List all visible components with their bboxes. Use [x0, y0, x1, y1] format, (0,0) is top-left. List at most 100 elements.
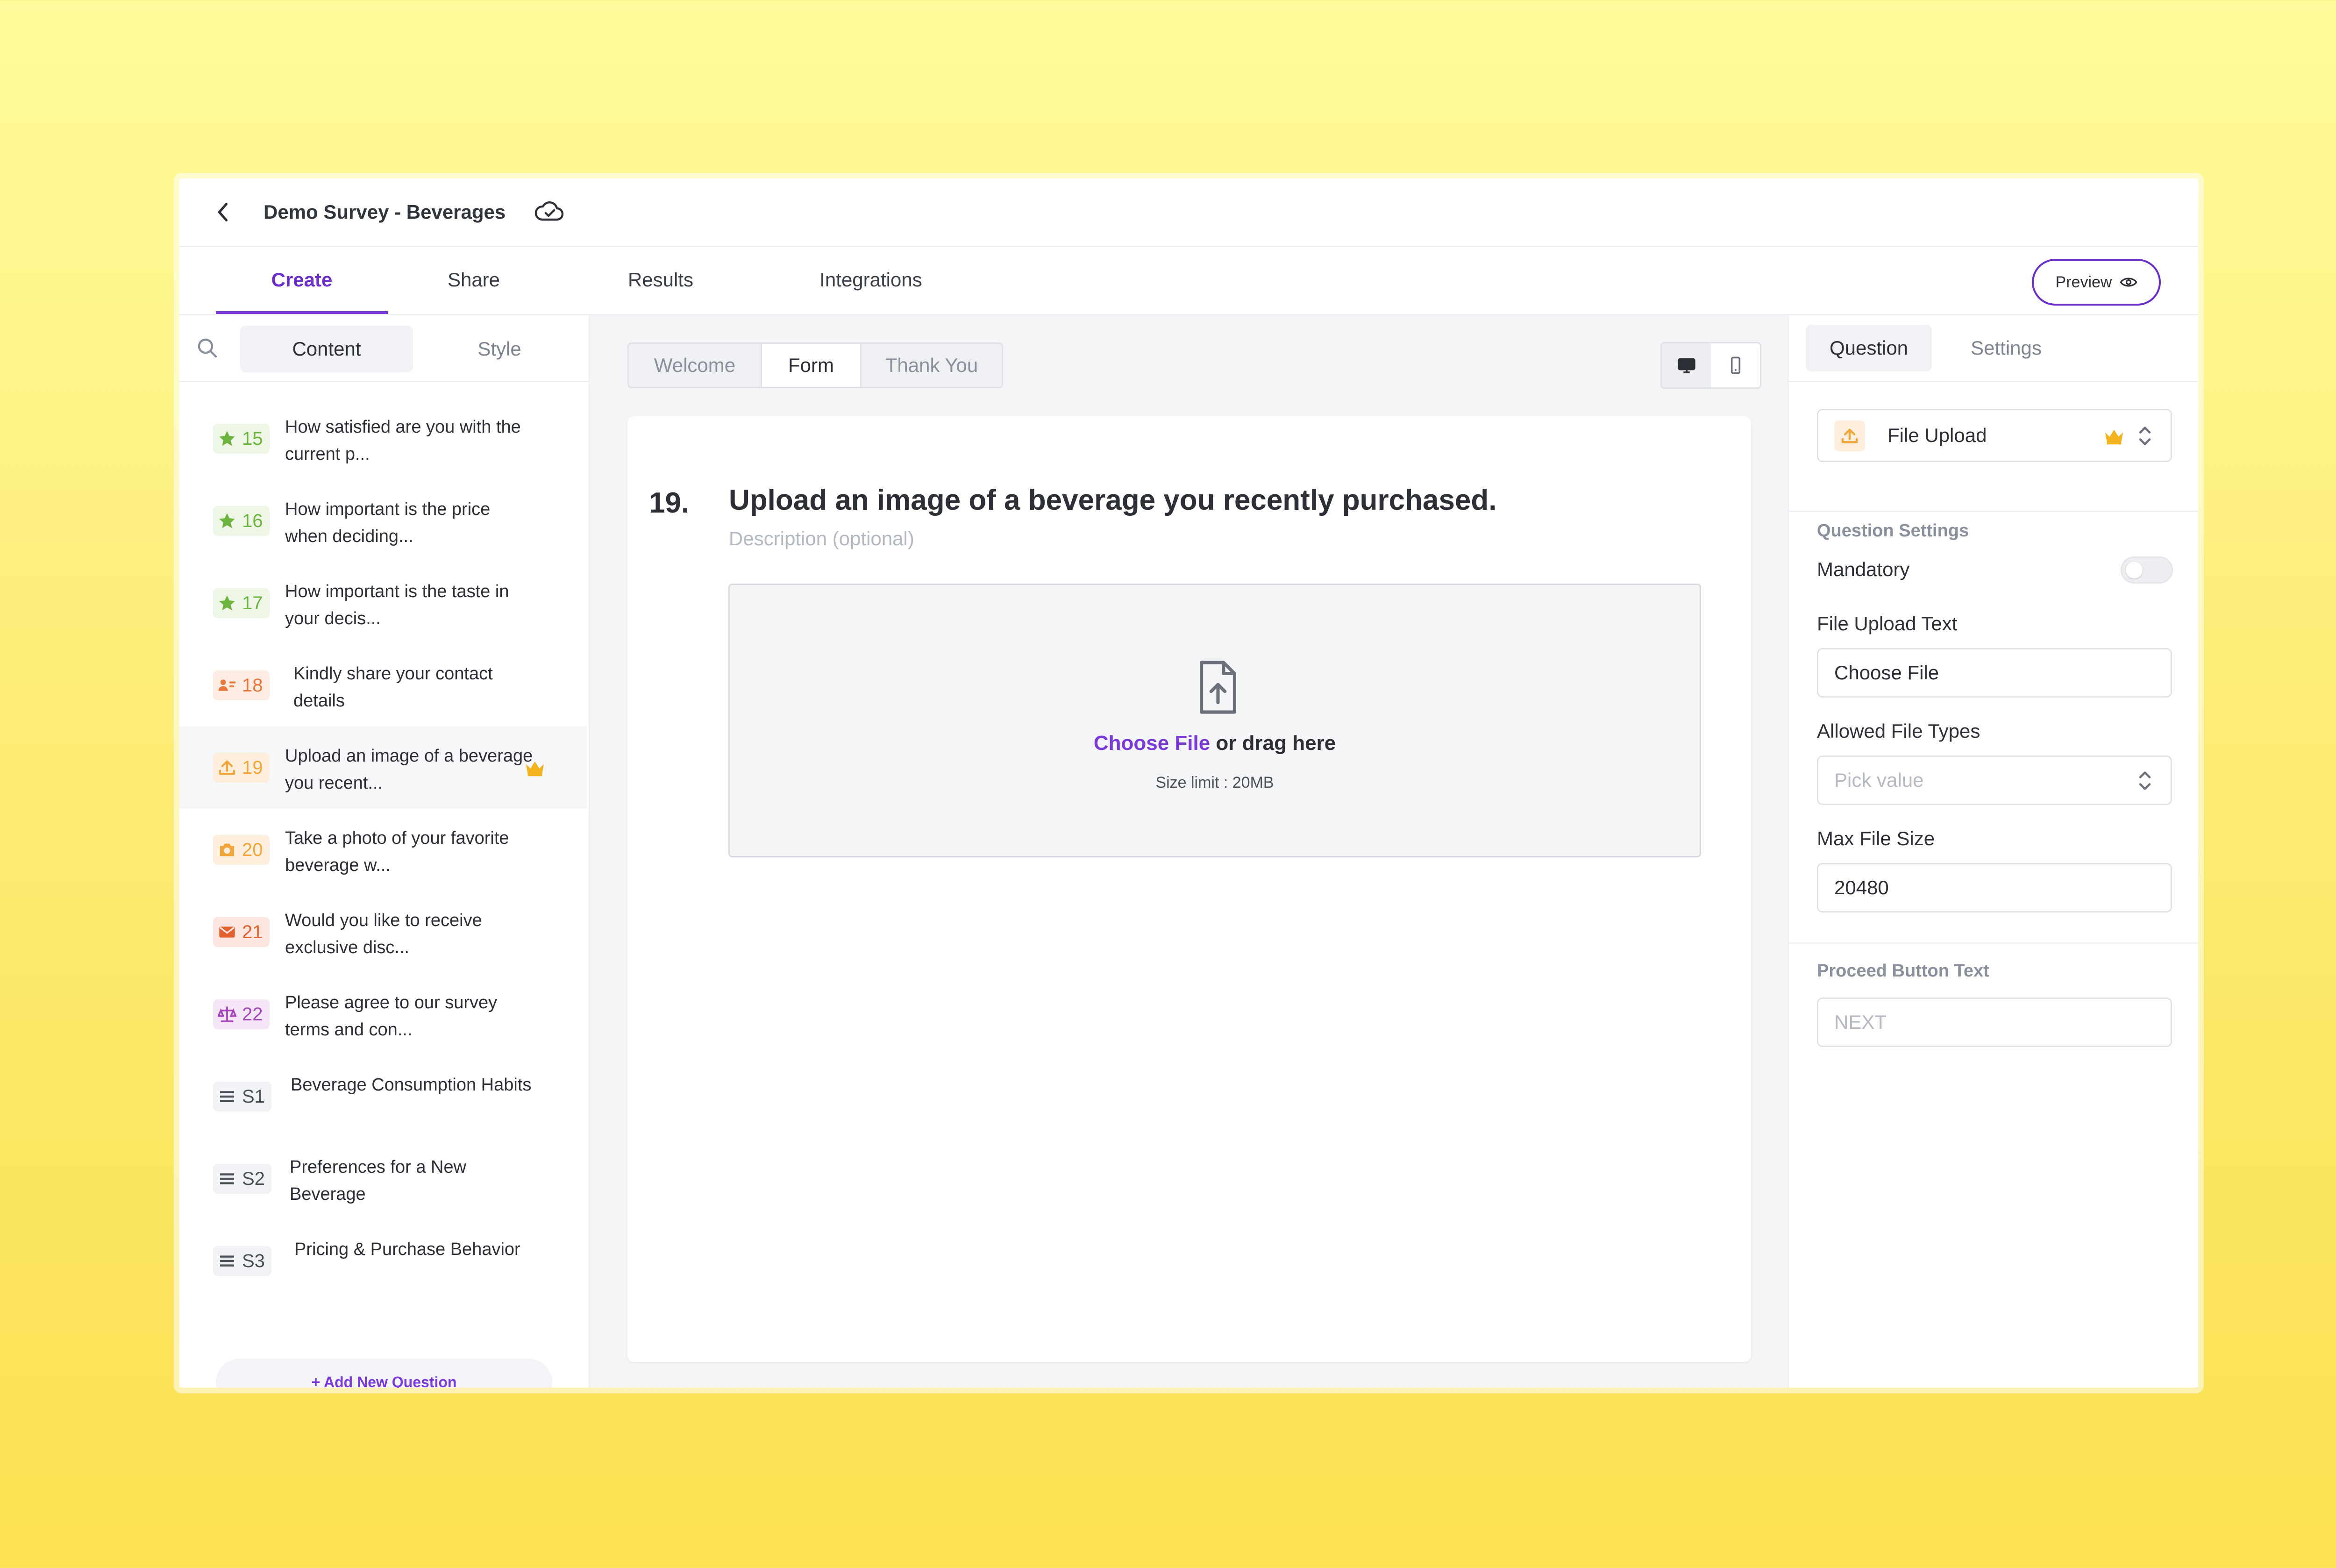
section-number-badge: S3: [213, 1246, 271, 1276]
chevron-updown-icon: [2139, 427, 2151, 445]
file-upload-text-input[interactable]: Choose File: [1817, 648, 2172, 698]
allowed-file-types-label: Allowed File Types: [1817, 720, 1980, 742]
question-text: How satisfied are you with the current p…: [285, 417, 521, 464]
section-number-badge: S1: [213, 1082, 271, 1112]
question-text: Would you like to receive exclusive disc…: [285, 911, 482, 957]
section-item-s1[interactable]: S1 Beverage Consumption Habits: [179, 1055, 587, 1138]
main-tabs: Create Share Results Integrations Previe…: [179, 246, 2198, 315]
tab-content[interactable]: Content: [240, 326, 413, 372]
file-drop-zone[interactable]: Choose File or drag here Size limit : 20…: [728, 584, 1701, 857]
mandatory-toggle[interactable]: [2121, 556, 2173, 584]
proceed-button-text-input[interactable]: NEXT: [1817, 998, 2172, 1047]
question-number: 21: [242, 921, 263, 942]
segment-form[interactable]: Form: [762, 344, 862, 387]
allowed-file-types-select[interactable]: Pick value: [1817, 755, 2172, 805]
camera-icon: [220, 843, 234, 856]
question-number: 20: [242, 839, 263, 860]
star-icon: [219, 513, 235, 528]
mandatory-label: Mandatory: [1817, 558, 1910, 580]
divider: [1789, 942, 2198, 944]
survey-title: Demo Survey - Beverages: [264, 201, 506, 223]
app-window: Demo Survey - Beverages Create Share Res…: [179, 178, 2198, 1388]
tab-settings[interactable]: Settings: [1943, 325, 2069, 371]
question-item-18[interactable]: 18 Kindly share your contact details: [179, 644, 587, 727]
question-item-15[interactable]: 15 How satisfied are you with the curren…: [179, 398, 587, 480]
tab-label: Integrations: [819, 269, 922, 291]
eye-icon: [2120, 278, 2137, 287]
question-number: 18: [242, 675, 263, 696]
question-number: 19.: [649, 487, 690, 519]
upload-instruction: Choose File or drag here: [730, 732, 1700, 755]
question-type-select[interactable]: File Upload: [1817, 409, 2172, 462]
section-number: S1: [242, 1086, 265, 1107]
question-item-19[interactable]: 19 Upload an image of a beverage you rec…: [179, 727, 587, 809]
add-new-question-button[interactable]: + Add New Question: [216, 1359, 552, 1388]
section-text: Pricing & Purchase Behavior: [294, 1240, 520, 1259]
max-file-size-input[interactable]: 20480: [1817, 863, 2172, 912]
size-limit-text: Size limit : 20MB: [1155, 774, 1274, 791]
section-item-s2[interactable]: S2 Preferences for a New Beverage: [179, 1138, 587, 1220]
question-description[interactable]: Description (optional): [729, 527, 914, 550]
title-bar: Demo Survey - Beverages: [179, 178, 2198, 247]
properties-header: Question Settings: [1789, 315, 2198, 382]
question-number: 22: [242, 1004, 263, 1025]
upload-icon: [219, 760, 235, 775]
crown-icon: [526, 761, 544, 777]
tab-create[interactable]: Create: [216, 246, 388, 314]
question-item-22[interactable]: 22 Please agree to our survey terms and …: [179, 973, 587, 1055]
chevron-updown-icon: [2139, 771, 2151, 790]
question-item-21[interactable]: 21 Would you like to receive exclusive d…: [179, 891, 587, 973]
tab-question[interactable]: Question: [1806, 325, 1932, 371]
section-number: S2: [242, 1168, 265, 1189]
page-segment-control: Welcome Form Thank You: [627, 342, 1003, 388]
toggle-knob: [2126, 562, 2143, 578]
question-text: Take a photo of your favorite beverage w…: [285, 828, 509, 875]
question-number-badge: 19: [213, 753, 270, 783]
segment-welcome[interactable]: Welcome: [629, 344, 762, 387]
section-item-s3[interactable]: S3 Pricing & Purchase Behavior: [179, 1220, 587, 1302]
choose-file-link[interactable]: Choose File: [1094, 732, 1210, 755]
proceed-button-text-heading: Proceed Button Text: [1817, 961, 1989, 981]
question-number-badge: 18: [213, 670, 270, 700]
preview-label: Preview: [2055, 273, 2112, 291]
question-number-badge: 17: [213, 588, 270, 618]
desktop-icon: [1677, 358, 1695, 373]
mail-icon: [219, 927, 235, 938]
question-item-17[interactable]: 17 How important is the taste in your de…: [179, 562, 587, 644]
search-icon[interactable]: [196, 337, 219, 359]
cloud-saved-icon: [534, 201, 564, 221]
question-item-20[interactable]: 20 Take a photo of your favorite beverag…: [179, 809, 587, 891]
device-toggle: [1660, 342, 1761, 389]
section-number-badge: S2: [213, 1164, 271, 1194]
tab-integrations[interactable]: Integrations: [782, 246, 960, 314]
drag-here-text: or drag here: [1210, 732, 1336, 755]
tab-style[interactable]: Style: [413, 326, 586, 372]
allowed-file-types-placeholder: Pick value: [1834, 769, 1924, 791]
tab-results[interactable]: Results: [591, 246, 731, 314]
upload-icon: [1841, 428, 1858, 443]
question-text: Kindly share your contact details: [293, 664, 493, 711]
question-item-16[interactable]: 16 How important is the price when decid…: [179, 480, 587, 562]
desktop-view-button[interactable]: [1662, 343, 1711, 387]
question-number: 15: [242, 428, 263, 449]
properties-panel: Question Settings File Upload Question S…: [1788, 315, 2198, 1388]
segment-thank-you[interactable]: Thank You: [862, 344, 1002, 387]
back-arrow-icon[interactable]: [211, 200, 235, 224]
question-number-badge: 16: [213, 506, 270, 536]
preview-button[interactable]: Preview: [2032, 259, 2161, 306]
question-number-badge: 20: [213, 835, 270, 865]
tab-label: Content: [292, 338, 361, 360]
question-text: Upload an image of a beverage you recent…: [285, 746, 533, 793]
tab-share[interactable]: Share: [404, 246, 544, 314]
scale-icon: [218, 1006, 236, 1022]
mobile-view-button[interactable]: [1711, 343, 1760, 387]
tab-label: Share: [447, 269, 500, 291]
section-text: Preferences for a New Beverage: [290, 1157, 467, 1204]
question-text: How important is the taste in your decis…: [285, 582, 509, 628]
question-title[interactable]: Upload an image of a beverage you recent…: [729, 484, 1497, 517]
tab-label: Style: [477, 338, 521, 360]
section-icon: [220, 1255, 234, 1267]
divider: [1789, 511, 2198, 512]
file-upload-icon: [1200, 661, 1236, 714]
type-icon-box: [1834, 421, 1865, 451]
